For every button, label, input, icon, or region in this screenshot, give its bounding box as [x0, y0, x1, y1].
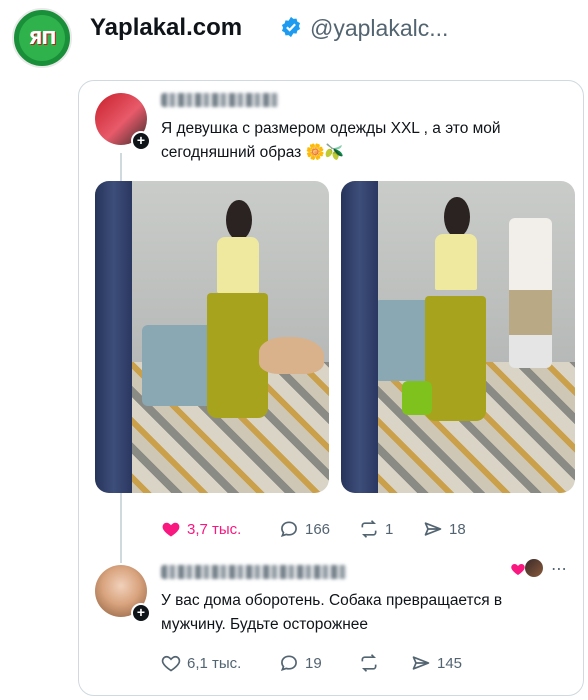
share-button[interactable]: 18: [423, 519, 466, 539]
heart-outline-icon: [161, 655, 181, 672]
repost-count: 1: [385, 520, 394, 538]
account-handle[interactable]: @yaplakalc...: [310, 15, 448, 42]
photo-curtain: [341, 181, 379, 493]
comment-icon: [280, 521, 297, 537]
more-options-icon[interactable]: ⋯: [551, 559, 567, 579]
photo-woman-head: [226, 199, 252, 241]
reply-count: 166: [305, 520, 331, 538]
follow-plus-icon[interactable]: +: [131, 131, 151, 151]
author-mini-avatar: [525, 559, 543, 577]
reply-button[interactable]: 166: [279, 519, 330, 539]
like-count: 3,7 тыс.: [187, 520, 242, 538]
heart-filled-icon: [162, 522, 180, 537]
embedded-post-card: + Я девушка с размером одежды XXL , а эт…: [78, 80, 584, 696]
blurred-username: [161, 565, 347, 579]
photo-man: [509, 218, 552, 369]
photo-green-bag: [401, 380, 433, 415]
comment-icon: [280, 655, 297, 671]
repost-icon: [361, 654, 377, 672]
logo-text: ЯП: [19, 15, 65, 61]
account-name[interactable]: Yaplakal.com: [90, 14, 242, 42]
photo-woman-head: [443, 196, 470, 238]
photo-woman-skirt: [425, 296, 487, 422]
verified-badge-icon: [281, 16, 301, 38]
blurred-username: [161, 93, 279, 107]
post-photo-1[interactable]: [95, 181, 329, 493]
photo-woman-top: [216, 237, 259, 294]
yaplakal-logo[interactable]: ЯП: [12, 8, 72, 68]
share-count: 18: [449, 520, 466, 538]
like-button[interactable]: 3,7 тыс.: [161, 519, 241, 539]
post-actions: 3,7 тыс. 166 1 18: [161, 519, 571, 543]
photo-dog: [258, 337, 325, 375]
like-count: 6,1 тыс.: [187, 654, 242, 672]
post-text: Я девушка с размером одежды XXL , а это …: [161, 120, 501, 161]
share-count: 145: [437, 654, 463, 672]
reply-actions: 6,1 тыс. 19 145: [161, 653, 571, 677]
repost-button[interactable]: [359, 653, 379, 673]
like-button[interactable]: 6,1 тыс.: [161, 653, 241, 673]
reply-text: У вас дома оборотень. Собака превращаетс…: [161, 592, 503, 633]
photo-woman-top: [434, 234, 477, 291]
send-icon: [424, 522, 442, 536]
photo-curtain: [95, 181, 133, 493]
follow-plus-icon[interactable]: +: [131, 603, 151, 623]
repost-icon: [361, 520, 377, 538]
reply-count: 19: [305, 654, 322, 672]
post-photo-2[interactable]: [341, 181, 575, 493]
share-button[interactable]: 145: [411, 653, 462, 673]
outer-post-header: ЯП Yaplakal.com @yaplakalc...: [12, 8, 576, 68]
reply-button[interactable]: 19: [279, 653, 322, 673]
send-icon: [412, 656, 430, 670]
repost-button[interactable]: 1: [359, 519, 393, 539]
